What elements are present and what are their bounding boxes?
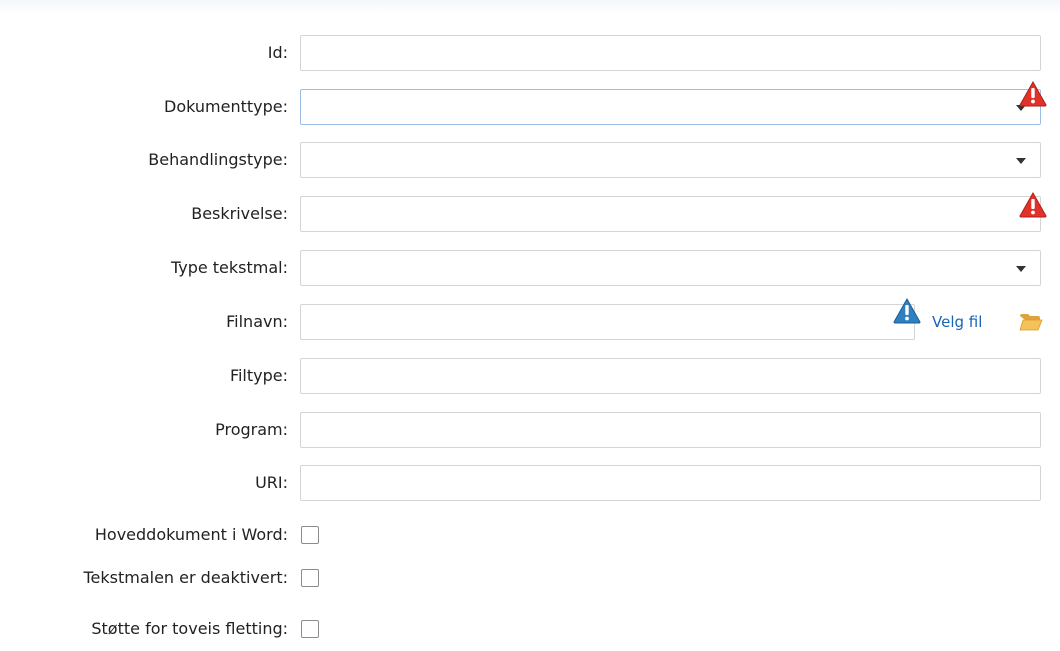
filtype-input[interactable] xyxy=(300,358,1041,394)
required-warning-icon xyxy=(1019,81,1047,107)
chevron-down-icon[interactable] xyxy=(1016,266,1026,272)
uri-input[interactable] xyxy=(300,465,1041,501)
beskrivelse-input[interactable] xyxy=(300,196,1041,232)
filnavn-label: Filnavn: xyxy=(226,312,288,331)
deaktivert-label: Tekstmalen er deaktivert: xyxy=(83,568,288,587)
id-input[interactable] xyxy=(300,35,1041,71)
folder-icon[interactable] xyxy=(1019,312,1043,332)
top-divider xyxy=(0,0,1060,14)
velg-fil-link[interactable]: Velg fil xyxy=(932,302,982,342)
program-input[interactable] xyxy=(300,412,1041,448)
row-deaktivert: Tekstmalen er deaktivert: xyxy=(0,558,1060,598)
behandlingstype-label: Behandlingstype: xyxy=(148,150,288,169)
row-filtype: Filtype: xyxy=(0,356,1060,396)
row-dokumenttype: Dokumenttype: xyxy=(0,81,1060,127)
program-label: Program: xyxy=(215,420,288,439)
row-program: Program: xyxy=(0,410,1060,450)
type-tekstmal-label: Type tekstmal: xyxy=(170,258,288,277)
uri-label: URI: xyxy=(255,473,288,492)
row-uri: URI: xyxy=(0,463,1060,503)
row-beskrivelse: Beskrivelse: xyxy=(0,192,1060,234)
required-warning-icon xyxy=(1019,192,1047,218)
row-hoveddokument: Hoveddokument i Word: xyxy=(0,515,1060,555)
beskrivelse-label: Beskrivelse: xyxy=(191,204,288,223)
hoveddokument-checkbox[interactable] xyxy=(301,526,319,544)
toveis-checkbox[interactable] xyxy=(301,620,319,638)
toveis-label: Støtte for toveis fletting: xyxy=(91,619,288,638)
type-tekstmal-select[interactable] xyxy=(300,250,1041,286)
row-id: Id: xyxy=(0,33,1060,73)
chevron-down-icon[interactable] xyxy=(1016,158,1026,164)
dokumenttype-select[interactable] xyxy=(300,89,1041,125)
filtype-label: Filtype: xyxy=(229,366,288,385)
row-behandlingstype: Behandlingstype: xyxy=(0,140,1060,180)
deaktivert-checkbox[interactable] xyxy=(301,569,319,587)
row-filnavn: Filnavn: Velg fil xyxy=(0,298,1060,342)
hoveddokument-label: Hoveddokument i Word: xyxy=(94,525,288,544)
filnavn-input[interactable] xyxy=(300,304,915,340)
id-label: Id: xyxy=(267,43,288,62)
row-toveis: Støtte for toveis fletting: xyxy=(0,609,1060,649)
dokumenttype-label: Dokumenttype: xyxy=(164,97,288,116)
info-triangle-icon xyxy=(893,298,921,324)
row-type-tekstmal: Type tekstmal: xyxy=(0,248,1060,288)
behandlingstype-select[interactable] xyxy=(300,142,1041,178)
